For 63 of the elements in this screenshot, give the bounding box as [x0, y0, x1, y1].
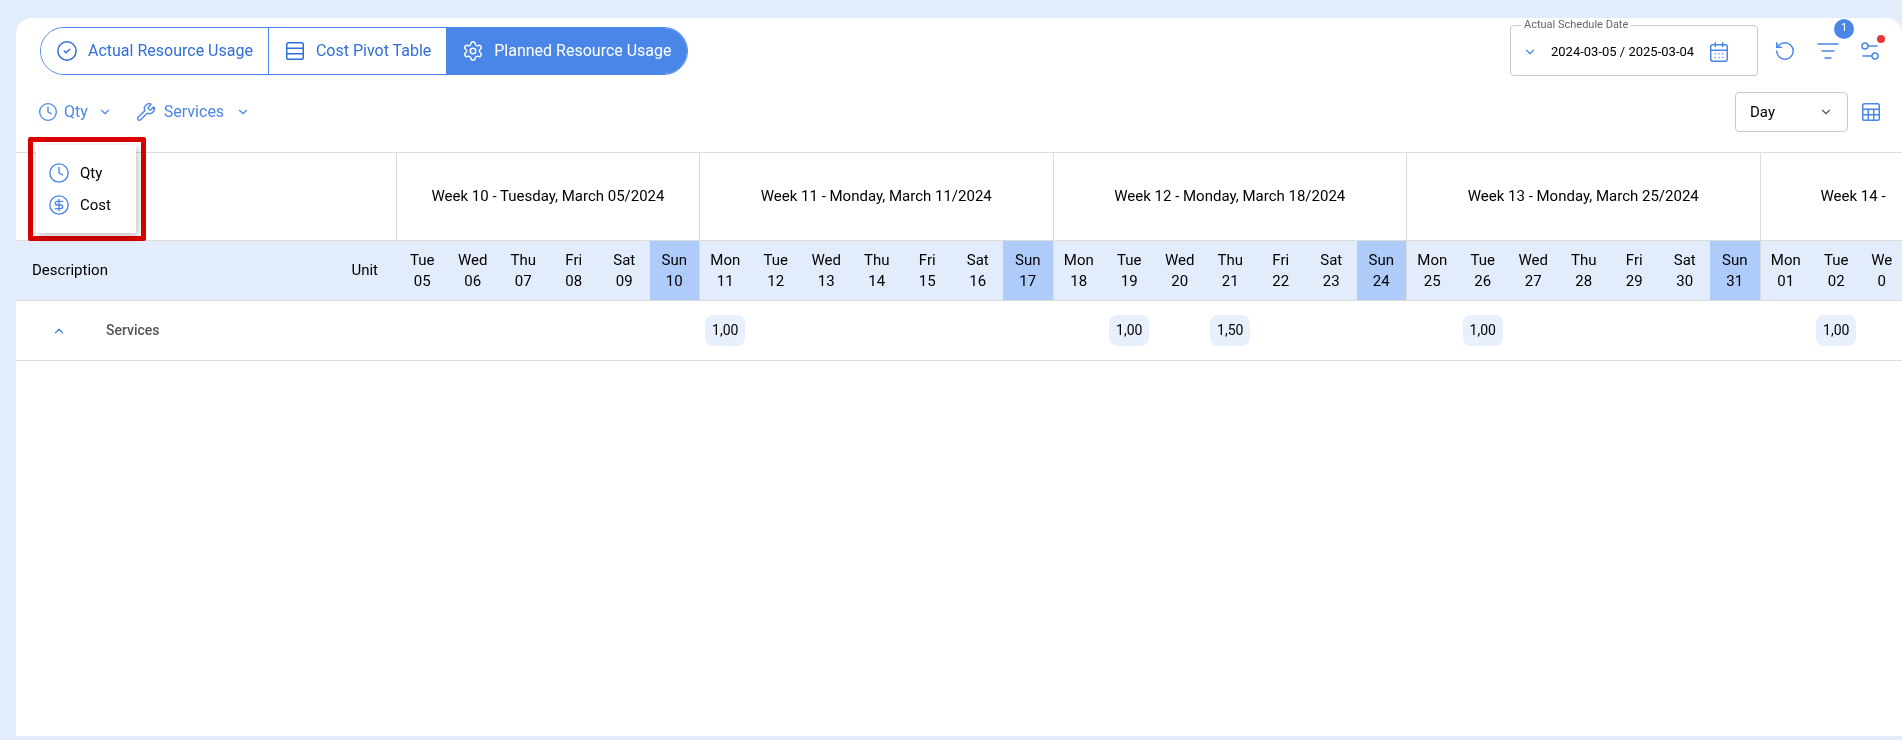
day-header: Fri 22 — [1271, 249, 1291, 292]
week-header: Week 10 - Tuesday, March 05/2024 — [397, 153, 700, 240]
row-label: Services — [106, 321, 160, 340]
day-header: Wed 13 — [810, 249, 842, 292]
day-header: Fri 15 — [917, 249, 937, 292]
date-range-field[interactable]: Actual Schedule Date 2024-03-05 / 2025-03-04 — [1510, 18, 1758, 76]
day-header: Sat 16 — [965, 249, 990, 292]
date-range-value: 2024-03-05 / 2025-03-04 — [1551, 42, 1695, 61]
week-header: Week 14 - — [1819, 186, 1887, 208]
day-header: Sat 09 — [612, 249, 637, 292]
day-header: Tue 12 — [762, 249, 789, 292]
rows-icon — [283, 39, 306, 62]
day-header: Sat 23 — [1319, 249, 1344, 292]
day-header: We 0 — [1870, 249, 1894, 292]
day-header: Tue 02 — [1823, 249, 1850, 292]
menu-item[interactable]: Cost — [48, 194, 136, 217]
dollar-icon — [48, 194, 70, 217]
view-tab[interactable]: Planned Resource Usage — [446, 27, 687, 74]
day-header: Fri 08 — [564, 249, 584, 292]
day-header: Sun 10 — [649, 241, 700, 300]
day-header: Fri 29 — [1624, 249, 1644, 292]
day-header: Thu 21 — [1216, 249, 1244, 292]
view-select[interactable]: Day — [1735, 92, 1848, 132]
clock-icon — [38, 102, 58, 122]
week-header: Week 13 - Monday, March 25/2024 — [1407, 153, 1761, 240]
wrench-icon — [135, 102, 156, 122]
value-chip: 1,00 — [1462, 315, 1503, 346]
value-chip: 1,50 — [1210, 315, 1251, 346]
check-circle-icon — [56, 39, 78, 62]
day-header: Sun 24 — [1356, 241, 1407, 300]
value-chip: 1,00 — [705, 315, 746, 346]
day-header: Wed 27 — [1517, 249, 1549, 292]
day-header: Tue 19 — [1116, 249, 1143, 292]
clock-icon — [48, 161, 70, 184]
column-header: Description — [32, 260, 108, 282]
day-header: Thu 28 — [1570, 249, 1598, 292]
day-header: Tue 26 — [1469, 249, 1496, 292]
day-header: Sun 31 — [1710, 241, 1761, 300]
field-label: Actual Schedule Date — [1523, 18, 1630, 32]
week-header: Week 12 - Monday, March 18/2024 — [1053, 153, 1407, 240]
gear-icon — [462, 39, 485, 62]
column-header: Unit — [351, 260, 378, 282]
metric-dropdown[interactable]: Qty — [38, 100, 112, 124]
filter-count-badge: 1 — [1834, 18, 1854, 39]
calendar-icon[interactable] — [1708, 40, 1731, 63]
day-header: Mon 25 — [1416, 249, 1449, 292]
week-header: Week 11 - Monday, March 11/2024 — [700, 153, 1054, 240]
day-header: Wed 20 — [1164, 249, 1196, 292]
day-header: Thu 07 — [509, 249, 537, 292]
day-header: Mon 18 — [1062, 249, 1095, 292]
menu-item[interactable]: Qty — [48, 161, 136, 184]
group-dropdown[interactable]: Services — [135, 100, 251, 124]
refresh-icon[interactable] — [1774, 39, 1796, 62]
day-header: Mon 01 — [1769, 249, 1802, 292]
day-header: Sun 17 — [1003, 241, 1054, 300]
spreadsheet-icon[interactable] — [1860, 101, 1882, 123]
day-header: Mon 11 — [709, 249, 742, 292]
day-header: Tue 05 — [409, 249, 436, 292]
day-header: Wed 06 — [457, 249, 489, 292]
value-chip: 1,00 — [1109, 315, 1150, 346]
day-header: Sat 30 — [1672, 249, 1697, 292]
value-chip: 1,00 — [1816, 315, 1857, 346]
day-header: Thu 14 — [863, 249, 891, 292]
